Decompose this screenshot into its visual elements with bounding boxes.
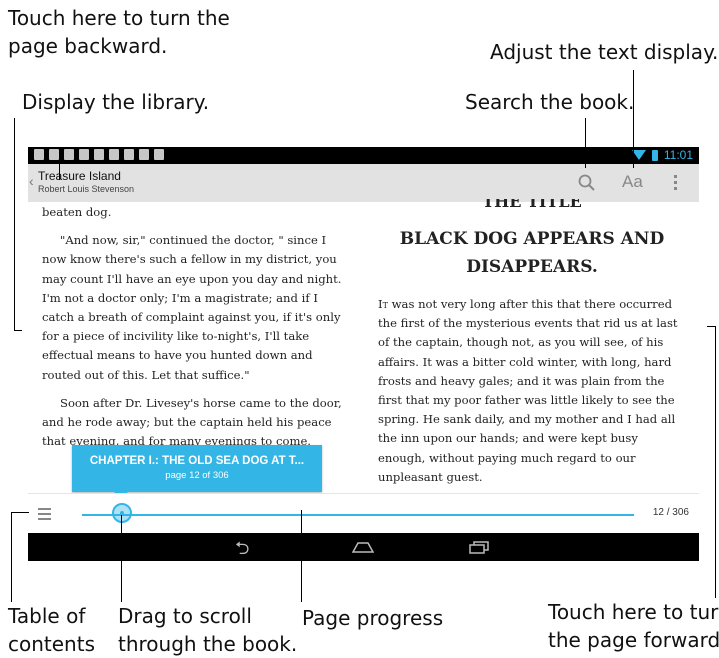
leader-line (59, 163, 60, 180)
notification-icon (34, 149, 44, 160)
search-icon[interactable] (577, 173, 597, 193)
action-bar: ‹ Treasure Island Robert Louis Stevenson… (28, 164, 699, 202)
leader-line (14, 330, 22, 331)
paragraph: "And now, sir," continued the doctor, " … (42, 233, 342, 382)
chapter-heading: BLACK DOG APPEARS AND DISAPPEARS. (399, 229, 665, 277)
leader-line (121, 515, 122, 602)
game-icon (154, 149, 164, 160)
paragraph: Soon after Dr. Livesey's horse came to t… (42, 395, 342, 449)
callout-drag-line1: Drag to scroll (118, 604, 252, 628)
tablet-screen: 11:01 ‹ Treasure Island Robert Louis Ste… (28, 147, 699, 561)
right-page[interactable]: THE TITLE BLACK DOG APPEARS AND DISAPPEA… (378, 199, 686, 487)
callout-page-backward-line2: page backward. (8, 34, 168, 58)
callout-display-library: Display the library. (22, 90, 210, 114)
book-author[interactable]: Robert Louis Stevenson (38, 184, 134, 194)
chevron-left-icon[interactable]: ‹ (29, 173, 34, 189)
lead-word: It (378, 297, 388, 311)
text-display-button[interactable]: Aa (622, 172, 643, 192)
paragraph: beaten dog. (42, 205, 112, 219)
callout-adjust-text: Adjust the text display. (490, 40, 719, 64)
chapter-paragraph: It was not very long after this that the… (378, 295, 686, 487)
download-icon (109, 149, 119, 160)
leader-line (707, 326, 715, 327)
scroll-thumb[interactable] (112, 503, 132, 523)
home-icon[interactable] (352, 542, 374, 553)
mail-icon (49, 149, 59, 160)
page-count: 12 / 306 (652, 507, 689, 518)
back-icon[interactable]: ⮌ (235, 536, 249, 561)
chapter-popup: CHAPTER I.: THE OLD SEA DOG AT T... page… (72, 445, 322, 499)
leader-line (11, 512, 12, 602)
callout-drag-line2: through the book. (118, 632, 298, 656)
chat-icon (79, 149, 89, 160)
calendar-icon (124, 149, 134, 160)
callout-toc-line1: Table of (8, 604, 86, 628)
book-title[interactable]: Treasure Island (38, 169, 121, 183)
leader-line (633, 70, 634, 168)
status-right: 11:01 (631, 148, 693, 162)
callout-page-forward-line2: the page forward. (548, 628, 719, 652)
clock: 11:01 (663, 148, 693, 162)
leader-line (301, 510, 302, 602)
recent-apps-icon[interactable] (469, 541, 489, 554)
callout-search-book: Search the book. (465, 90, 635, 114)
leader-line (11, 512, 29, 513)
overflow-menu-icon[interactable] (674, 175, 678, 193)
callout-page-progress: Page progress (302, 606, 444, 630)
play-store-icon (139, 149, 149, 160)
leader-line (585, 118, 586, 168)
cut-off-heading: THE TITLE (482, 199, 582, 211)
notification-icons (34, 149, 164, 160)
leader-line (14, 118, 15, 330)
gmail-icon (94, 149, 104, 160)
status-bar: 11:01 (28, 147, 699, 164)
popup-page-info: page 12 of 306 (165, 470, 229, 481)
callout-page-backward-line1: Touch here to turn the (8, 6, 230, 30)
popup-chapter-title: CHAPTER I.: THE OLD SEA DOG AT T... (89, 455, 305, 467)
callout-page-forward-line1: Touch here to turn (548, 600, 719, 624)
checkbox-icon (64, 149, 74, 160)
navigation-bar: ⮌ (28, 533, 699, 561)
progress-bar-area: 12 / 306 (28, 493, 699, 534)
left-page[interactable]: beaten dog. "And now, sir," continued th… (42, 203, 352, 451)
page-progress-track[interactable] (82, 514, 634, 516)
battery-icon (651, 149, 658, 161)
callout-toc-line2: contents (8, 632, 95, 656)
leader-line (715, 326, 716, 598)
paragraph-body: was not very long after this that there … (378, 297, 678, 484)
table-of-contents-icon[interactable] (38, 508, 56, 523)
